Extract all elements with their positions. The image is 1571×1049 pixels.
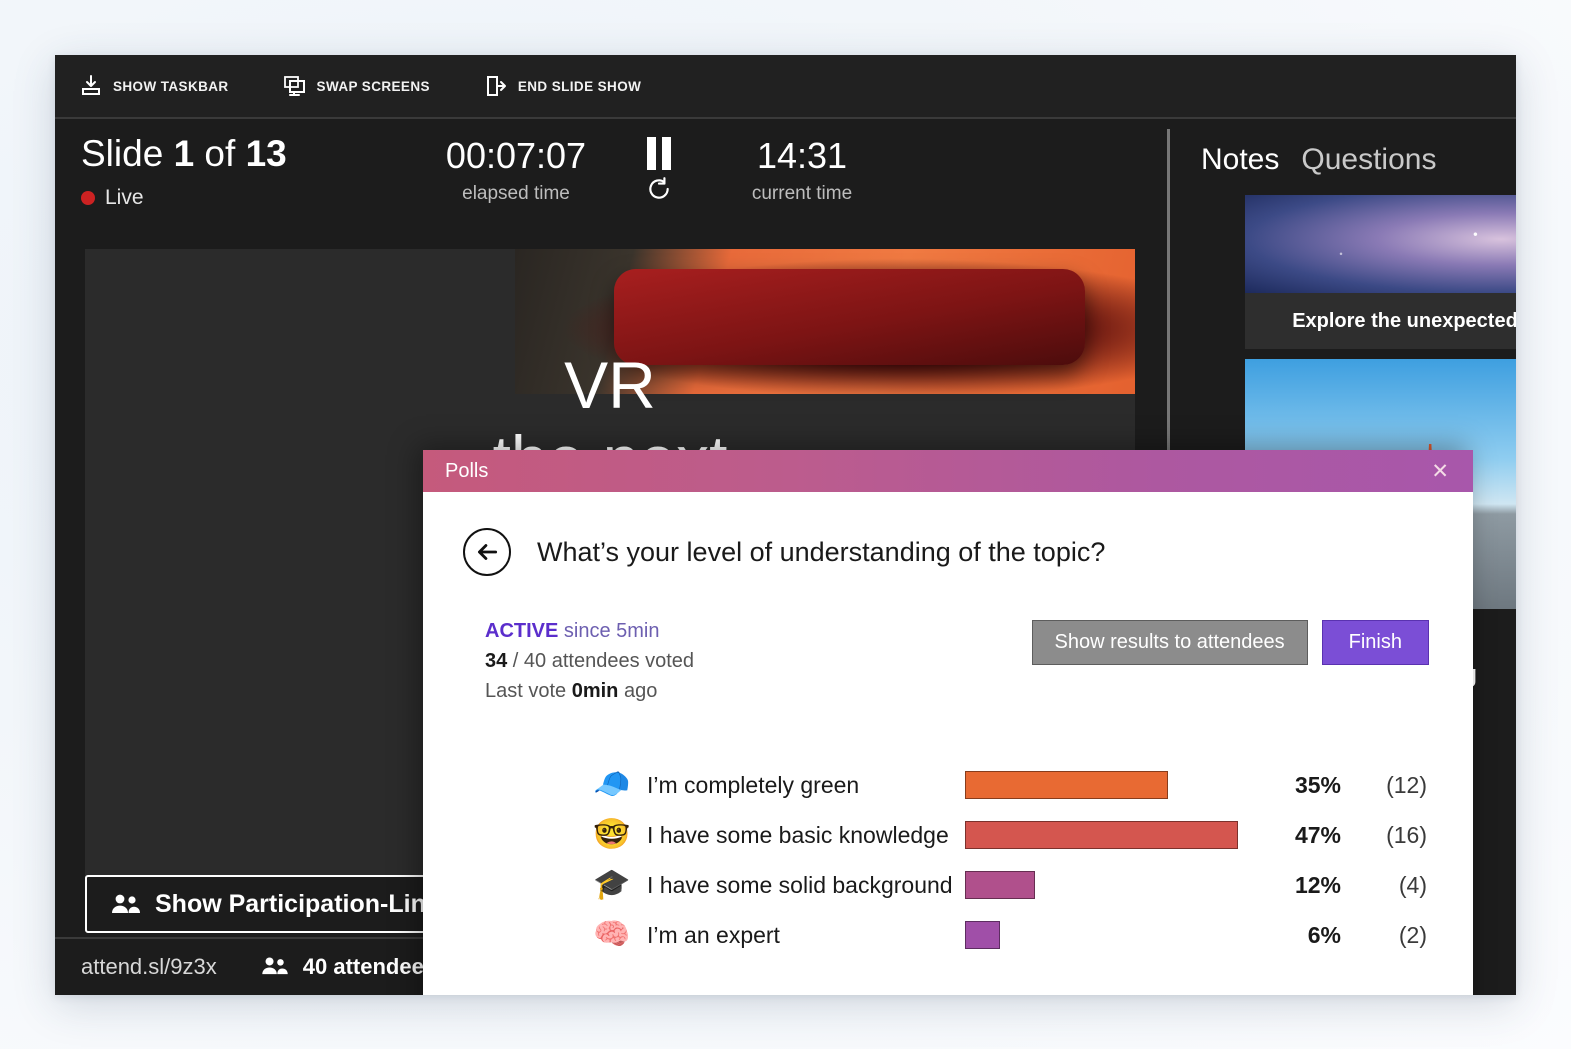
poll-percent-label: 12% xyxy=(1294,871,1341,898)
live-indicator: Live xyxy=(81,186,411,210)
poll-count-label: (4) xyxy=(1398,871,1427,898)
end-slide-show-button[interactable]: END SLIDE SHOW xyxy=(478,70,647,102)
status-since: since 5min xyxy=(558,620,660,642)
presenter-toolbar: SHOW TASKBAR SWAP SCREENS END SLIDE SHOW xyxy=(55,55,1516,119)
poll-status-line: ACTIVE since 5min xyxy=(485,616,694,646)
poll-option-emoji-icon: 🎓 xyxy=(593,868,631,901)
tab-questions[interactable]: Questions xyxy=(1301,143,1436,177)
swap-screens-button[interactable]: SWAP SCREENS xyxy=(277,70,436,102)
current-time-label: current time xyxy=(751,182,853,204)
poll-actions: Show results to attendees Finish xyxy=(1031,616,1429,665)
poll-option-emoji-icon: 🧠 xyxy=(593,918,631,951)
poll-bar-track xyxy=(965,771,1255,799)
notes-tablist: Notes Questions xyxy=(1193,143,1516,177)
poll-bar xyxy=(965,921,1000,949)
note-slide-thumbnail[interactable]: Explore the unexpected xyxy=(1245,195,1516,349)
status-badge: ACTIVE xyxy=(485,620,559,642)
polls-window-title: Polls xyxy=(445,459,489,482)
pause-icon[interactable] xyxy=(647,137,671,170)
attendee-count-text: 40 attendees xyxy=(302,954,437,979)
back-icon[interactable] xyxy=(463,528,511,576)
presenter-window: SHOW TASKBAR SWAP SCREENS END SLIDE SHOW xyxy=(55,55,1516,995)
polls-dialog: Polls ✕ What’s your level of understandi… xyxy=(423,450,1473,995)
poll-status-block: ACTIVE since 5min 34 / 40 attendees vote… xyxy=(485,616,694,706)
current-time-value: 14:31 xyxy=(756,135,848,176)
poll-option-emoji-icon: 🤓 xyxy=(593,818,631,851)
thumb-caption: Explore the unexpected xyxy=(1245,293,1516,349)
poll-bar xyxy=(965,871,1035,899)
timer-controls xyxy=(621,131,697,202)
voted-count: 34 xyxy=(485,650,508,672)
elapsed-time-block: 00:07:07 elapsed time xyxy=(411,131,621,205)
tab-notes[interactable]: Notes xyxy=(1201,143,1279,177)
attendees-people-icon xyxy=(261,956,291,978)
last-vote-suffix: ago xyxy=(618,680,658,702)
poll-bar xyxy=(965,821,1238,849)
current-time-block: 14:31 current time xyxy=(697,131,907,205)
last-vote-value: 0min xyxy=(571,680,619,702)
slide-prefix: Slide xyxy=(81,133,164,174)
slide-of: of xyxy=(204,133,236,174)
show-participation-link-label: Show Participation-Link xyxy=(155,889,440,918)
poll-option-label: I’m an expert xyxy=(647,921,780,948)
poll-voted-line: 34 / 40 attendees voted xyxy=(485,646,694,676)
attendee-count: 40 attendees xyxy=(261,954,436,980)
end-slide-show-label: END SLIDE SHOW xyxy=(517,78,642,94)
live-dot-icon xyxy=(81,191,95,205)
poll-result-row: 🧢 I’m completely green 35% (12) xyxy=(593,760,1427,810)
poll-meta-row: ACTIVE since 5min 34 / 40 attendees vote… xyxy=(463,616,1429,706)
poll-option-emoji-icon: 🧢 xyxy=(593,768,631,801)
poll-count-label: (16) xyxy=(1386,821,1427,848)
exit-icon xyxy=(484,74,508,98)
slide-counter-text: Slide 1 of 13 xyxy=(81,135,411,172)
poll-count-label: (2) xyxy=(1398,921,1427,948)
slide-title-line-1: VR xyxy=(564,348,656,422)
poll-bar-track xyxy=(965,821,1255,849)
close-icon[interactable]: ✕ xyxy=(1425,457,1455,486)
last-vote-prefix: Last vote xyxy=(485,680,572,702)
elapsed-time-label: elapsed time xyxy=(462,182,570,204)
poll-option-label: I’m completely green xyxy=(647,771,860,798)
poll-results-chart: 🧢 I’m completely green 35% (12) 🤓 I have some… xyxy=(463,760,1429,960)
galaxy-image xyxy=(1245,195,1516,293)
poll-option-label: I have some basic knowledge xyxy=(647,821,949,848)
download-taskbar-icon xyxy=(79,74,103,98)
poll-result-row: 🎓 I have some solid background 12% (4) xyxy=(593,860,1427,910)
polls-titlebar: Polls ✕ xyxy=(423,450,1473,492)
poll-percent-label: 35% xyxy=(1294,771,1341,798)
show-results-button[interactable]: Show results to attendees xyxy=(1031,620,1308,665)
polls-content: What’s your level of understanding of th… xyxy=(423,492,1473,960)
swap-screens-icon xyxy=(283,74,307,98)
poll-bar-track xyxy=(965,871,1255,899)
poll-last-vote-line: Last vote 0min ago xyxy=(485,676,694,706)
poll-question-row: What’s your level of understanding of th… xyxy=(463,528,1429,576)
swap-screens-label: SWAP SCREENS xyxy=(316,78,430,94)
elapsed-time-value: 00:07:07 xyxy=(445,135,587,176)
finish-button[interactable]: Finish xyxy=(1321,620,1429,665)
poll-bar xyxy=(965,771,1168,799)
poll-question-text: What’s your level of understanding of th… xyxy=(537,536,1106,567)
poll-count-label: (12) xyxy=(1386,771,1427,798)
show-taskbar-button[interactable]: SHOW TASKBAR xyxy=(73,70,235,102)
slide-counter: Slide 1 of 13 Live xyxy=(81,131,411,210)
show-taskbar-label: SHOW TASKBAR xyxy=(113,78,229,94)
poll-bar-track xyxy=(965,921,1255,949)
voted-rest: / 40 attendees voted xyxy=(507,650,695,672)
reset-timer-icon[interactable] xyxy=(646,176,672,202)
attend-link[interactable]: attend.sl/9z3x xyxy=(81,954,217,980)
poll-result-row: 🤓 I have some basic knowledge 47% (16) xyxy=(593,810,1427,860)
presenter-status-row: Slide 1 of 13 Live 00:07:07 elapsed time xyxy=(81,131,907,243)
poll-percent-label: 47% xyxy=(1294,821,1341,848)
slide-total: 13 xyxy=(245,133,287,174)
poll-option-label: I have some solid background xyxy=(647,871,953,898)
live-label: Live xyxy=(105,186,144,209)
slide-current: 1 xyxy=(173,133,195,174)
people-icon xyxy=(111,893,141,915)
poll-percent-label: 6% xyxy=(1307,921,1341,948)
poll-result-row: 🧠 I’m an expert 6% (2) xyxy=(593,910,1427,960)
